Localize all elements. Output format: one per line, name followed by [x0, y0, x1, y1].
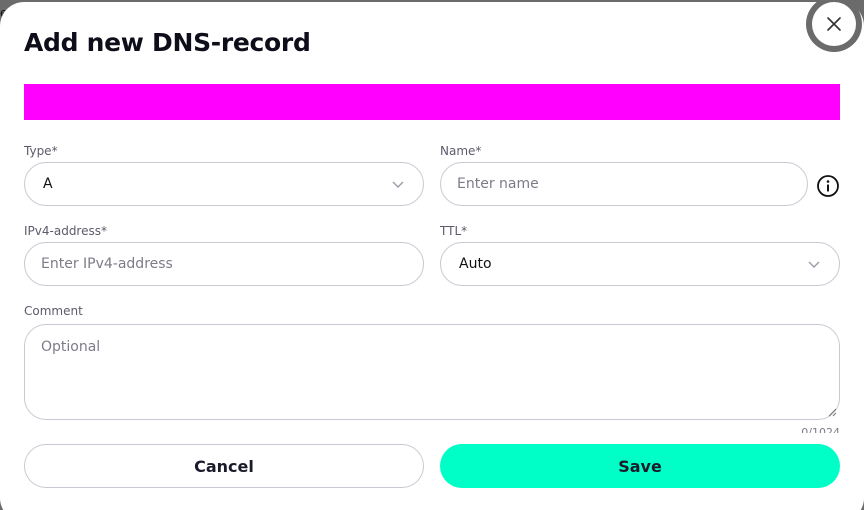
comment-textarea[interactable]: Optional	[24, 324, 840, 420]
name-label: Name*	[440, 144, 482, 158]
ipv4-label: IPv4-address*	[24, 224, 107, 238]
ttl-select[interactable]: Auto	[440, 242, 840, 286]
cancel-label: Cancel	[194, 456, 254, 476]
type-label: Type*	[24, 144, 58, 158]
comment-label: Comment	[24, 304, 83, 318]
comment-placeholder: Optional	[41, 339, 101, 355]
type-value: A	[43, 176, 53, 192]
chevron-down-icon	[392, 181, 404, 188]
name-input[interactable]: Enter name	[440, 162, 808, 206]
close-icon	[827, 17, 841, 31]
resize-handle-icon[interactable]	[827, 407, 837, 417]
ttl-value: Auto	[459, 256, 492, 272]
type-select[interactable]: A	[24, 162, 424, 206]
cancel-button[interactable]: Cancel	[24, 444, 424, 488]
notice-banner	[24, 84, 840, 120]
ipv4-input[interactable]: Enter IPv4-address	[24, 242, 424, 286]
save-button[interactable]: Save	[440, 444, 840, 488]
ipv4-placeholder: Enter IPv4-address	[41, 256, 173, 272]
name-placeholder: Enter name	[457, 176, 539, 192]
dialog-title: Add new DNS-record	[24, 28, 311, 57]
ttl-label: TTL*	[440, 224, 468, 238]
close-button[interactable]	[812, 2, 856, 46]
chevron-down-icon	[808, 261, 820, 268]
info-icon[interactable]	[816, 174, 840, 198]
character-counter: 0/1024	[801, 426, 840, 433]
dns-record-dialog: Add new DNS-record Type* A Name* Enter n…	[0, 2, 864, 510]
save-label: Save	[618, 456, 662, 476]
